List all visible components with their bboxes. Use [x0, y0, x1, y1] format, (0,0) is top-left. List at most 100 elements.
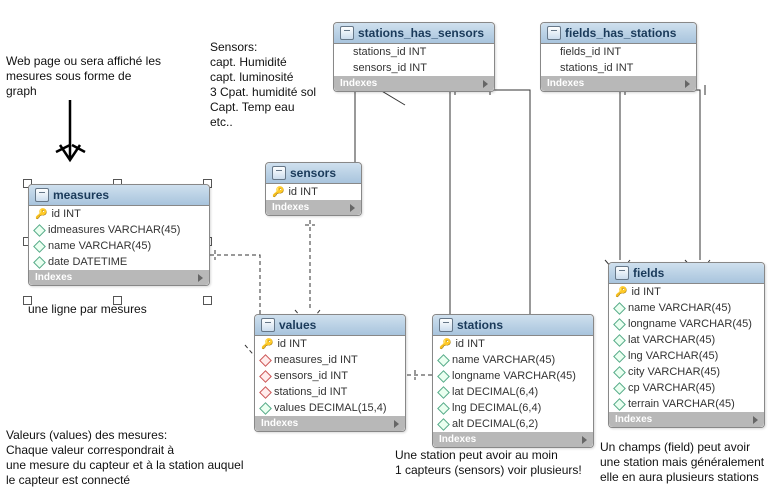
- column-text: name VARCHAR(45): [452, 354, 555, 366]
- indexes-row[interactable]: Indexes: [609, 412, 764, 427]
- entity-title: values: [279, 318, 316, 332]
- key-icon: 🔑: [439, 339, 451, 350]
- key-icon: 🔑: [261, 339, 273, 350]
- indexes-row[interactable]: Indexes: [266, 200, 361, 215]
- entity-fields[interactable]: fields 🔑id INT name VARCHAR(45) longname V…: [608, 262, 765, 428]
- table-icon: [615, 266, 629, 280]
- indexes-row[interactable]: Indexes: [433, 432, 593, 447]
- table-icon: [272, 166, 286, 180]
- entity-columns: fields_id INTstations_id INT: [541, 44, 696, 76]
- diamond-fk-icon: [259, 386, 272, 399]
- entity-stations-has-sensors[interactable]: stations_has_sensors stations_id INT sens…: [333, 22, 495, 92]
- column: cp VARCHAR(45): [609, 380, 764, 396]
- column-text: idmeasures VARCHAR(45): [48, 224, 180, 236]
- diamond-icon: [437, 370, 450, 383]
- expand-icon: [394, 420, 399, 428]
- diamond-icon: [437, 386, 450, 399]
- column-text: id INT: [288, 186, 317, 198]
- table-icon: [439, 318, 453, 332]
- diamond-icon: [613, 302, 626, 315]
- entity-header[interactable]: stations_has_sensors: [334, 23, 494, 44]
- column-text: longname VARCHAR(45): [452, 370, 576, 382]
- expand-icon: [582, 436, 587, 444]
- diamond-fk-icon: [259, 354, 272, 367]
- column-text: stations_id INT: [353, 46, 426, 58]
- column-text: date DATETIME: [48, 256, 127, 268]
- diamond-icon: [437, 402, 450, 415]
- indexes-row[interactable]: Indexes: [255, 416, 405, 431]
- column: 🔑id INT: [433, 336, 593, 352]
- annotation-values-note: Valeurs (values) des mesures: Chaque val…: [6, 428, 276, 488]
- entity-header[interactable]: stations: [433, 315, 593, 336]
- column-text: name VARCHAR(45): [48, 240, 151, 252]
- table-icon: [261, 318, 275, 332]
- column: stations_id INT: [541, 60, 696, 76]
- diamond-fk-icon: [259, 370, 272, 383]
- entity-sensors[interactable]: sensors 🔑 id INT Indexes: [265, 162, 362, 216]
- column: date DATETIME: [29, 254, 209, 270]
- column: 🔑 id INT: [266, 184, 361, 200]
- diamond-icon: [613, 366, 626, 379]
- column-text: terrain VARCHAR(45): [628, 398, 735, 410]
- column: name VARCHAR(45): [29, 238, 209, 254]
- entity-header[interactable]: measures: [29, 185, 209, 206]
- column-text: city VARCHAR(45): [628, 366, 720, 378]
- column-text: name VARCHAR(45): [628, 302, 731, 314]
- selection-handle[interactable]: [113, 296, 122, 305]
- expand-icon: [753, 416, 758, 424]
- table-icon: [35, 188, 49, 202]
- column-text: lat DECIMAL(6,4): [452, 386, 538, 398]
- column-text: values DECIMAL(15,4): [274, 402, 387, 414]
- diamond-icon: [437, 418, 450, 431]
- expand-icon: [350, 204, 355, 212]
- entity-header[interactable]: fields_has_stations: [541, 23, 696, 44]
- column: sensors_id INT: [334, 60, 494, 76]
- column-text: sensors_id INT: [274, 370, 348, 382]
- diamond-icon: [259, 402, 272, 415]
- key-icon: 🔑: [272, 187, 284, 198]
- column-text: id INT: [277, 338, 306, 350]
- entity-title: measures: [53, 188, 109, 202]
- column: 🔑id INT: [609, 284, 764, 300]
- column: longname VARCHAR(45): [433, 368, 593, 384]
- indexes-row[interactable]: Indexes: [334, 76, 494, 91]
- column-text: cp VARCHAR(45): [628, 382, 715, 394]
- expand-icon: [483, 80, 488, 88]
- diamond-icon: [613, 350, 626, 363]
- entity-header[interactable]: values: [255, 315, 405, 336]
- diamond-icon: [33, 240, 46, 253]
- column: measures_id INT: [255, 352, 405, 368]
- entity-fields-has-stations[interactable]: fields_has_stations fields_id INTstation…: [540, 22, 697, 92]
- entity-title: stations: [457, 318, 503, 332]
- entity-values[interactable]: values 🔑 id INT measures_id INT sensors_id …: [254, 314, 406, 432]
- column: 🔑 id INT: [255, 336, 405, 352]
- column: longname VARCHAR(45): [609, 316, 764, 332]
- column: lng DECIMAL(6,4): [433, 400, 593, 416]
- entity-header[interactable]: fields: [609, 263, 764, 284]
- entity-columns: stations_id INT sensors_id INT: [334, 44, 494, 76]
- diamond-icon: [613, 318, 626, 331]
- column: lat DECIMAL(6,4): [433, 384, 593, 400]
- column-text: id INT: [631, 286, 660, 298]
- entity-title: fields: [633, 266, 664, 280]
- annotation-station-note: Une station peut avoir au moin 1 capteur…: [395, 448, 605, 478]
- entity-stations[interactable]: stations 🔑id INT name VARCHAR(45) longname…: [432, 314, 594, 448]
- entity-measures[interactable]: measures 🔑id INT idmeasures VARCHAR(45) na…: [28, 184, 210, 286]
- indexes-row[interactable]: Indexes: [29, 270, 209, 285]
- column-text: longname VARCHAR(45): [628, 318, 752, 330]
- entity-header[interactable]: sensors: [266, 163, 361, 184]
- column: stations_id INT: [255, 384, 405, 400]
- expand-icon: [198, 274, 203, 282]
- entity-columns: 🔑 id INT: [266, 184, 361, 200]
- indexes-row[interactable]: Indexes: [541, 76, 696, 91]
- annotation-webpage: Web page ou sera affiché les mesures sou…: [6, 54, 176, 99]
- selection-handle[interactable]: [23, 296, 32, 305]
- column-text: stations_id INT: [274, 386, 347, 398]
- column: 🔑id INT: [29, 206, 209, 222]
- column: fields_id INT: [541, 44, 696, 60]
- expand-icon: [685, 80, 690, 88]
- table-icon: [547, 26, 561, 40]
- selection-handle[interactable]: [203, 296, 212, 305]
- column: lat VARCHAR(45): [609, 332, 764, 348]
- annotation-line-per-measure: une ligne par mesures: [28, 302, 147, 317]
